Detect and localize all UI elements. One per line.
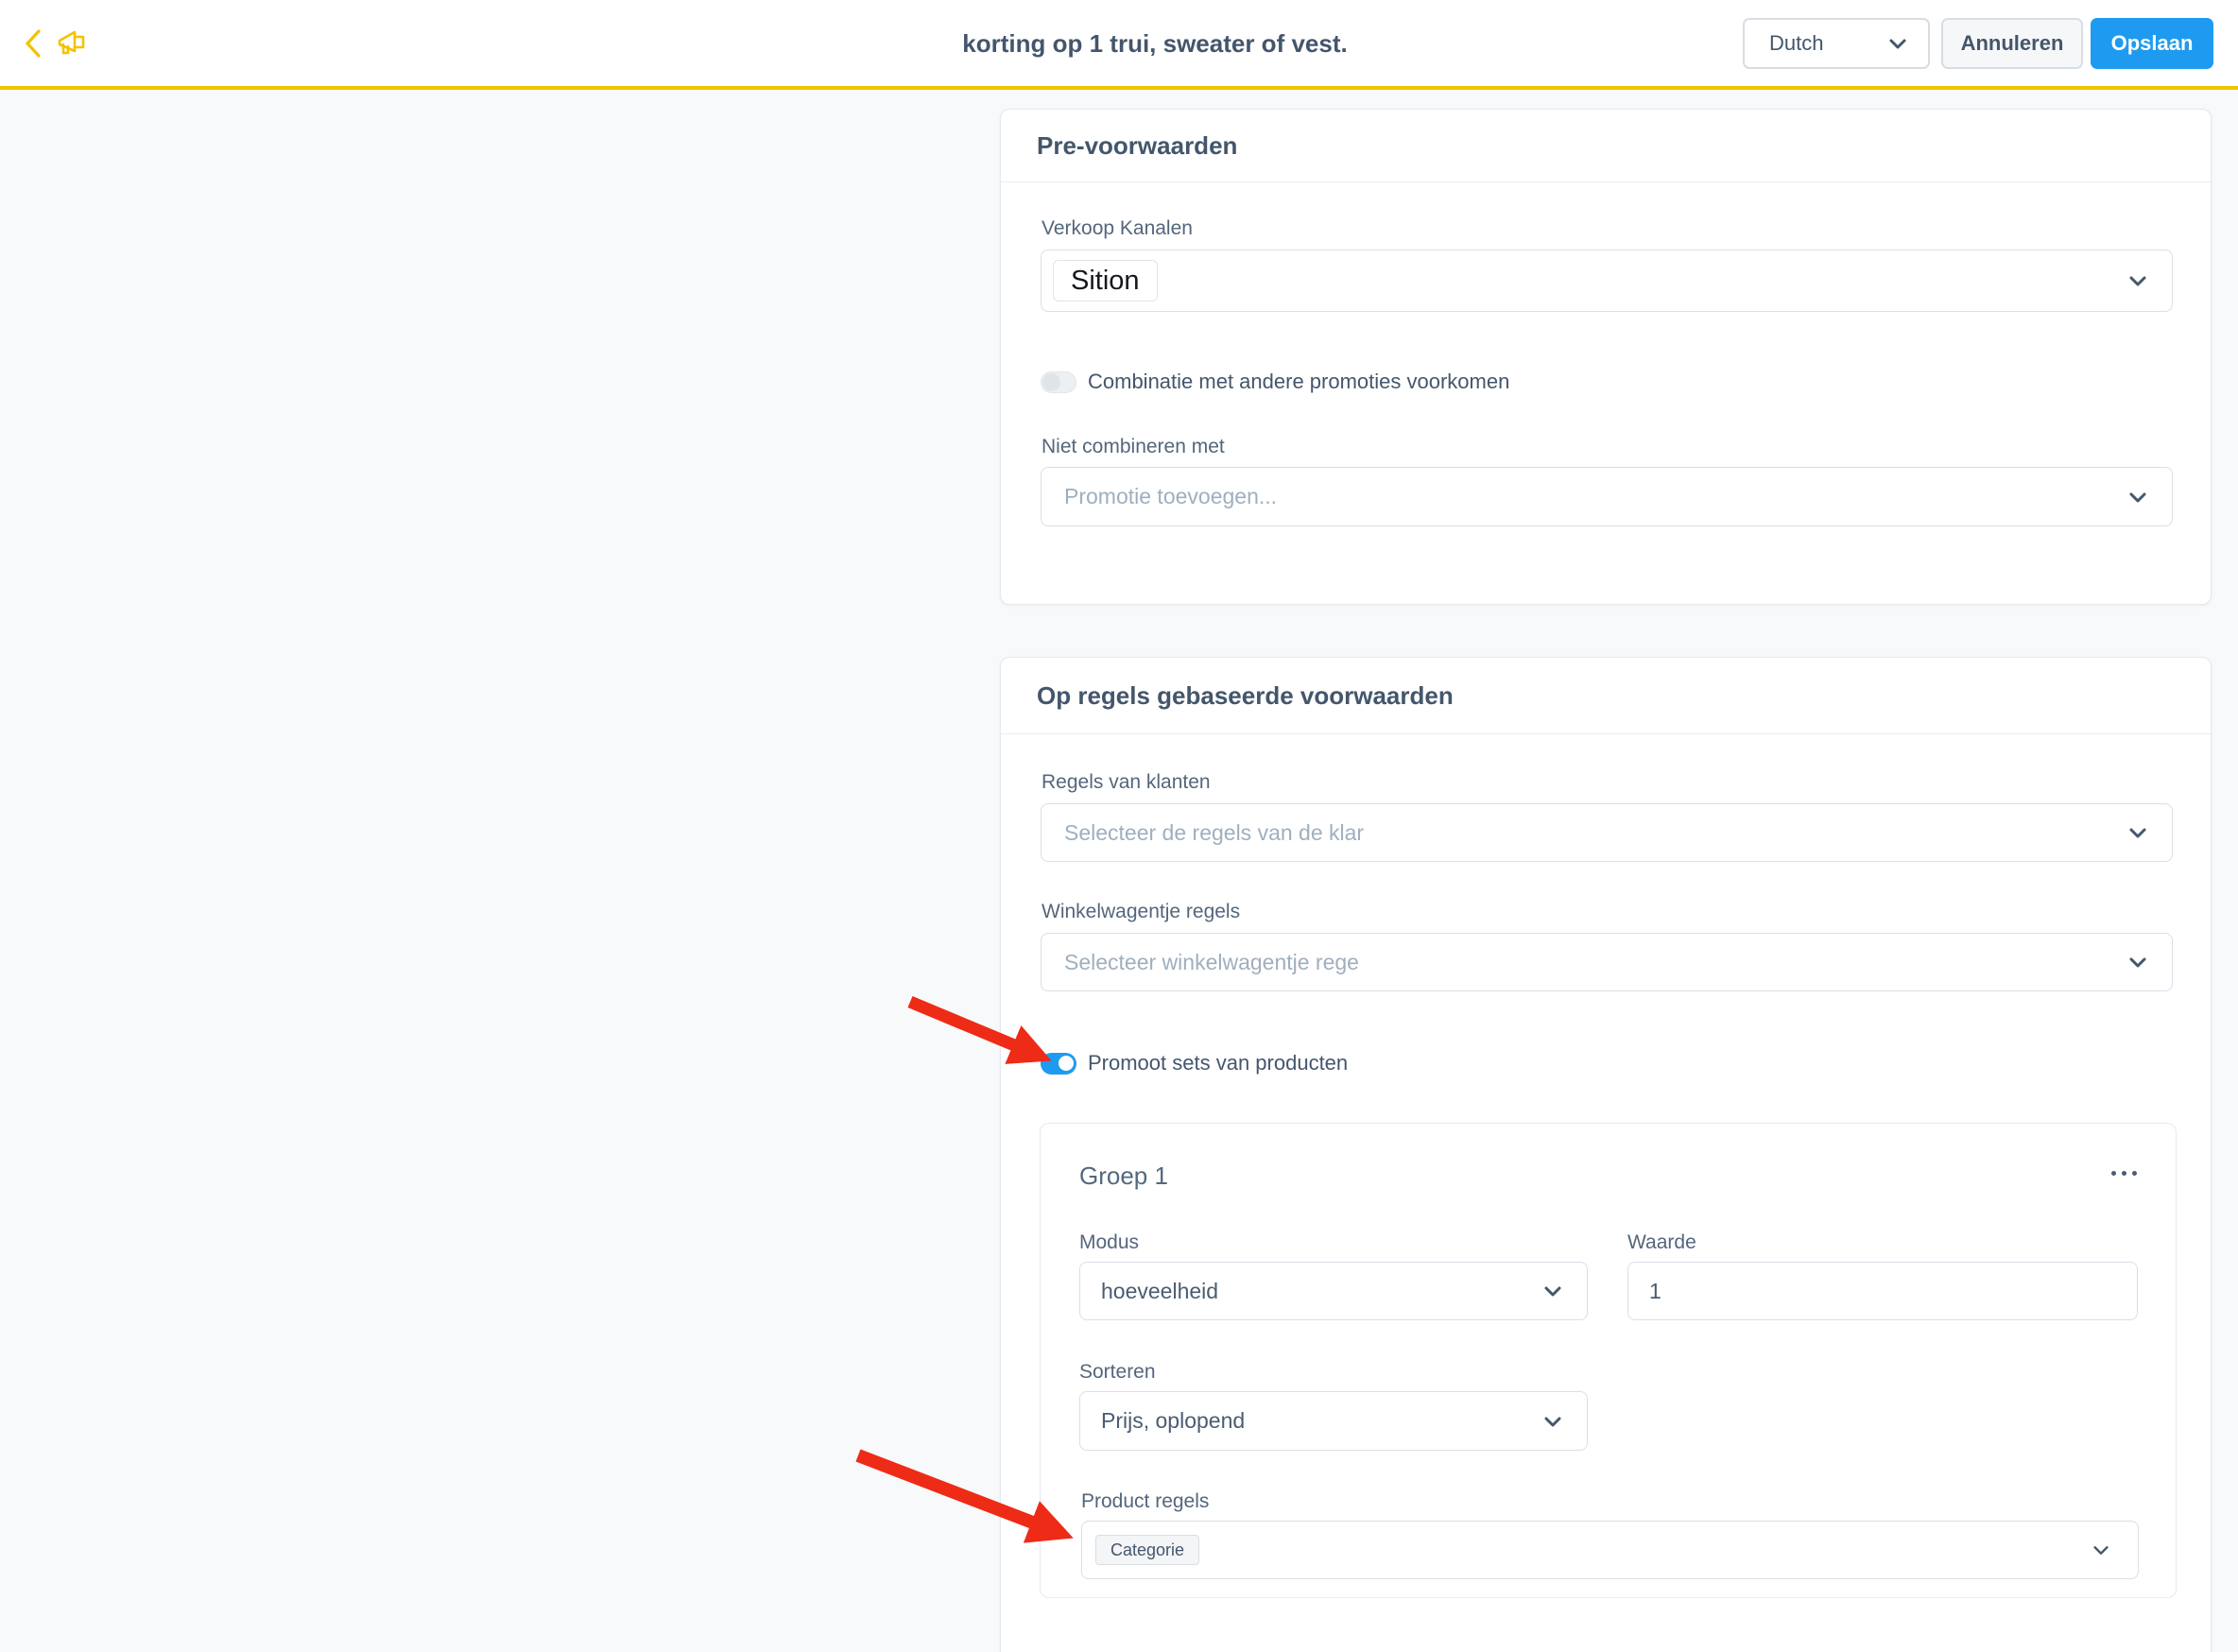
chevron-left-icon xyxy=(20,26,48,60)
chevron-down-icon xyxy=(2091,1540,2111,1560)
rules-card-title: Op regels gebaseerde voorwaarden xyxy=(1001,658,2211,734)
combine-promotions-toggle-row[interactable]: Combinatie met andere promoties voorkome… xyxy=(1041,370,1509,394)
waarde-label: Waarde xyxy=(1627,1231,1696,1253)
product-rules-label: Product regels xyxy=(1081,1490,1210,1512)
cancel-button[interactable]: Annuleren xyxy=(1941,18,2083,69)
modus-label: Modus xyxy=(1079,1231,1140,1253)
toggle-knob xyxy=(1059,1056,1074,1071)
chevron-down-icon xyxy=(1541,1280,1564,1302)
waarde-input[interactable]: 1 xyxy=(1627,1262,2138,1320)
chevron-down-icon xyxy=(2126,269,2149,292)
save-button-label: Opslaan xyxy=(2110,31,2194,55)
pre-conditions-card: Pre-voorwaarden Verkoop Kanalen Sition C… xyxy=(1000,109,2212,605)
header-bar: korting op 1 trui, sweater of vest. Dutc… xyxy=(0,0,2238,90)
modus-select-value: hoeveelheid xyxy=(1101,1278,1219,1303)
product-rules-select[interactable]: Categorie xyxy=(1081,1521,2139,1579)
sorteren-select-value: Prijs, oplopend xyxy=(1101,1408,1246,1433)
promote-sets-label: Promoot sets van producten xyxy=(1088,1051,1349,1075)
combine-promotions-toggle[interactable] xyxy=(1041,370,1076,393)
cancel-button-label: Annuleren xyxy=(1960,31,2064,55)
page-title: korting op 1 trui, sweater of vest. xyxy=(962,29,1348,58)
sales-channel-tag[interactable]: Sition xyxy=(1053,260,1158,301)
modus-select[interactable]: hoeveelheid xyxy=(1079,1262,1588,1320)
group-card: Groep 1 Modus Waarde hoeveelheid 1 Sorte… xyxy=(1040,1123,2177,1598)
pre-conditions-card-title: Pre-voorwaarden xyxy=(1001,110,2211,182)
promotion-edit-page: korting op 1 trui, sweater of vest. Dutc… xyxy=(0,0,2238,1652)
sales-channels-label: Verkoop Kanalen xyxy=(1042,217,1193,239)
chevron-down-icon xyxy=(2126,486,2149,508)
chevron-down-icon xyxy=(2126,821,2149,844)
sales-channels-select[interactable]: Sition xyxy=(1041,250,2173,312)
not-combine-label: Niet combineren met xyxy=(1042,436,1225,457)
chevron-down-icon xyxy=(1886,32,1909,55)
cart-rules-label: Winkelwagentje regels xyxy=(1042,901,1241,922)
sorteren-label: Sorteren xyxy=(1079,1361,1156,1383)
product-category-tag[interactable]: Categorie xyxy=(1095,1535,1200,1565)
chevron-down-icon xyxy=(2126,951,2149,973)
customer-rules-select[interactable]: Selecteer de regels van de klar xyxy=(1041,803,2173,862)
select-placeholder: Promotie toevoegen... xyxy=(1064,484,1278,508)
not-combine-select[interactable]: Promotie toevoegen... xyxy=(1041,467,2173,526)
toggle-knob xyxy=(1042,372,1060,391)
rules-card: Op regels gebaseerde voorwaarden Regels … xyxy=(1000,657,2212,1652)
group-title: Groep 1 xyxy=(1079,1162,1168,1190)
customer-rules-label: Regels van klanten xyxy=(1042,771,1211,793)
combine-promotions-label: Combinatie met andere promoties voorkome… xyxy=(1088,370,1510,393)
chevron-down-icon xyxy=(1541,1410,1564,1433)
language-select-value: Dutch xyxy=(1769,31,1824,55)
select-placeholder: Selecteer winkelwagentje rege xyxy=(1064,949,1359,974)
waarde-input-value: 1 xyxy=(1649,1278,1661,1303)
save-button[interactable]: Opslaan xyxy=(2091,18,2213,69)
language-select[interactable]: Dutch xyxy=(1743,18,1930,69)
select-placeholder: Selecteer de regels van de klar xyxy=(1064,819,1365,845)
megaphone-icon xyxy=(53,28,91,60)
promote-sets-toggle[interactable] xyxy=(1041,1052,1076,1075)
group-menu-button[interactable] xyxy=(2111,1171,2137,1176)
back-button[interactable] xyxy=(17,26,51,60)
cart-rules-select[interactable]: Selecteer winkelwagentje rege xyxy=(1041,933,2173,991)
promote-sets-toggle-row[interactable]: Promoot sets van producten xyxy=(1041,1051,1348,1076)
sorteren-select[interactable]: Prijs, oplopend xyxy=(1079,1391,1588,1451)
